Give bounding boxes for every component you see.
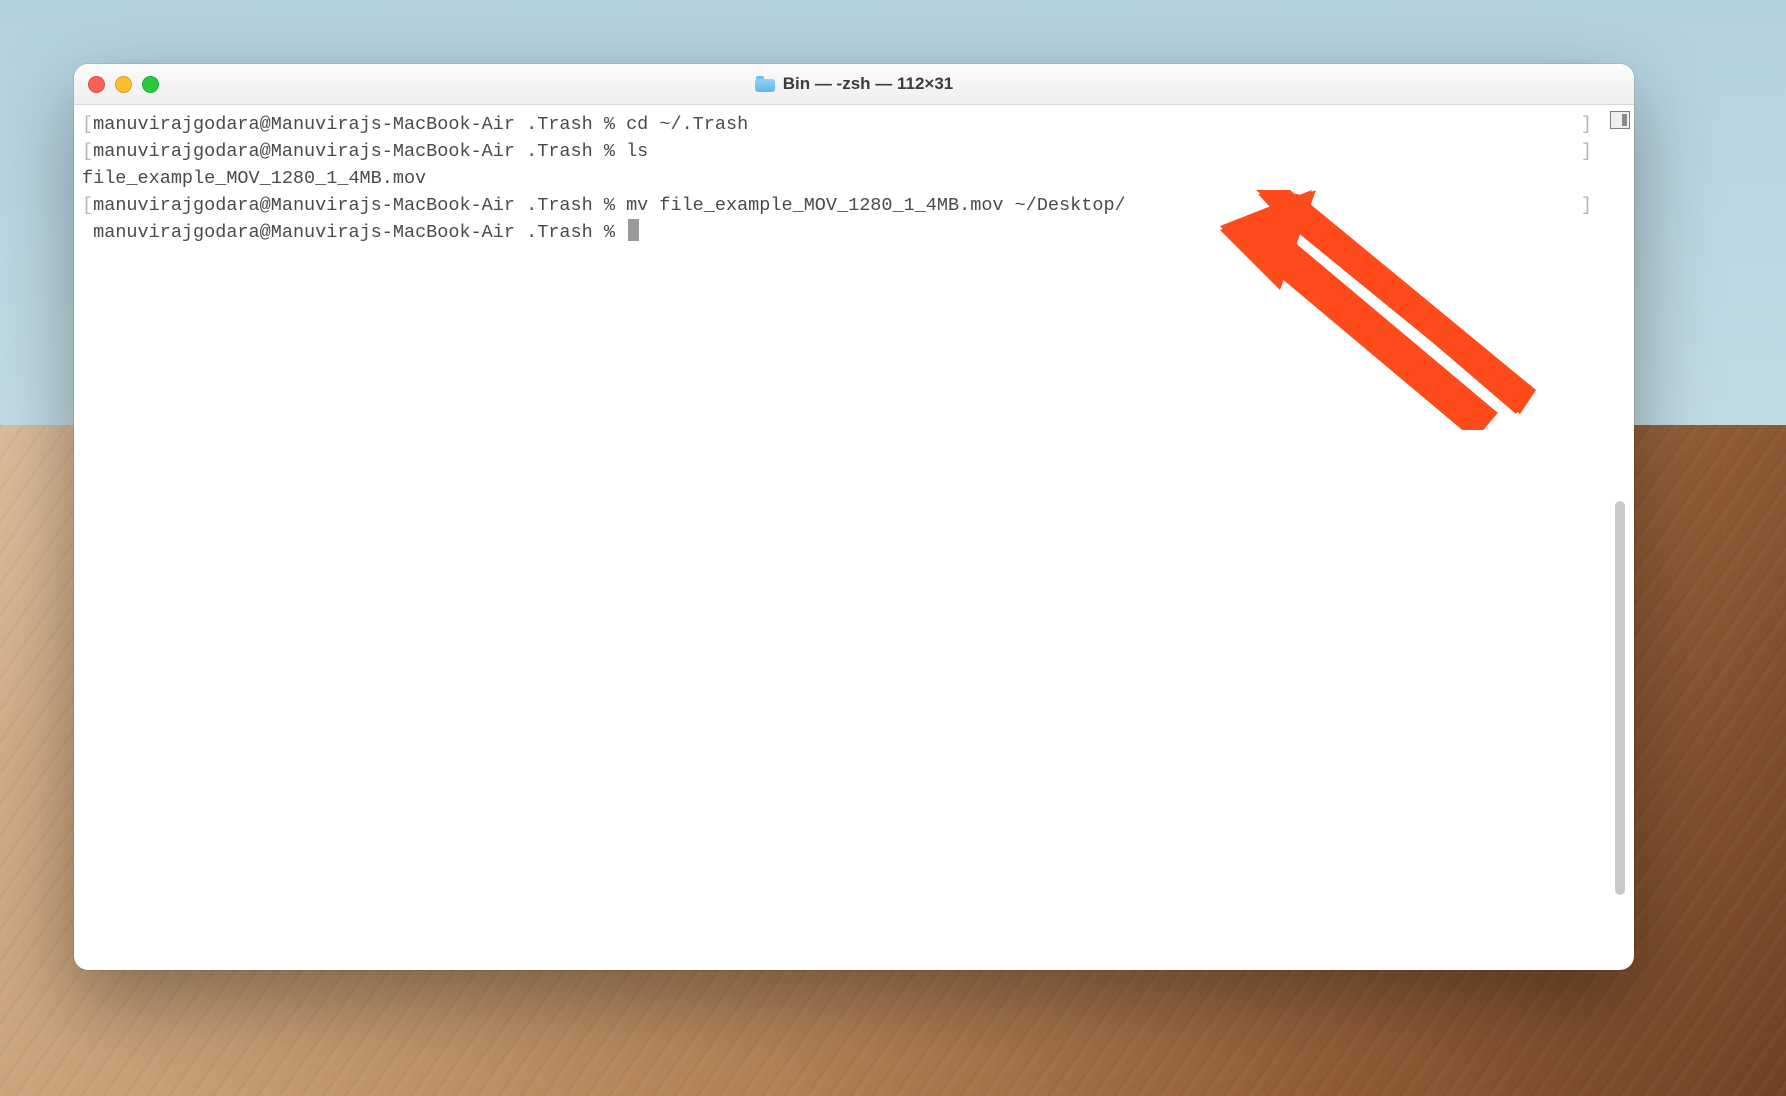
fullscreen-button[interactable] — [142, 76, 159, 93]
terminal-line: [manuvirajgodara@Manuvirajs-MacBook-Air … — [82, 138, 1598, 165]
titlebar[interactable]: Bin — -zsh — 112×31 — [74, 64, 1634, 105]
terminal-line: [manuvirajgodara@Manuvirajs-MacBook-Air … — [82, 111, 1598, 138]
right-gutter — [1606, 105, 1634, 970]
command-text: ls — [626, 141, 648, 162]
folder-icon — [755, 76, 775, 92]
command-text: cd ~/.Trash — [626, 114, 748, 135]
cursor-icon — [628, 219, 639, 241]
desktop-background: Bin — -zsh — 112×31 [manuvirajgodara@Man… — [0, 0, 1786, 1096]
terminal-body: [manuvirajgodara@Manuvirajs-MacBook-Air … — [74, 105, 1634, 970]
scrollbar[interactable] — [1613, 139, 1627, 961]
window-title: Bin — -zsh — 112×31 — [74, 74, 1634, 94]
command-text: mv file_example_MOV_1280_1_4MB.mov ~/Des… — [626, 195, 1126, 216]
panel-toggle-icon[interactable] — [1610, 111, 1630, 129]
traffic-lights — [88, 76, 159, 93]
terminal-prompt-line: manuvirajgodara@Manuvirajs-MacBook-Air .… — [82, 219, 1598, 246]
terminal-window: Bin — -zsh — 112×31 [manuvirajgodara@Man… — [74, 64, 1634, 970]
scrollbar-thumb[interactable] — [1615, 501, 1625, 896]
terminal-line: [manuvirajgodara@Manuvirajs-MacBook-Air … — [82, 192, 1598, 219]
minimize-button[interactable] — [115, 76, 132, 93]
window-title-text: Bin — -zsh — 112×31 — [783, 74, 954, 94]
terminal-content[interactable]: [manuvirajgodara@Manuvirajs-MacBook-Air … — [74, 105, 1606, 970]
terminal-output-line: file_example_MOV_1280_1_4MB.mov — [82, 165, 1598, 192]
close-button[interactable] — [88, 76, 105, 93]
